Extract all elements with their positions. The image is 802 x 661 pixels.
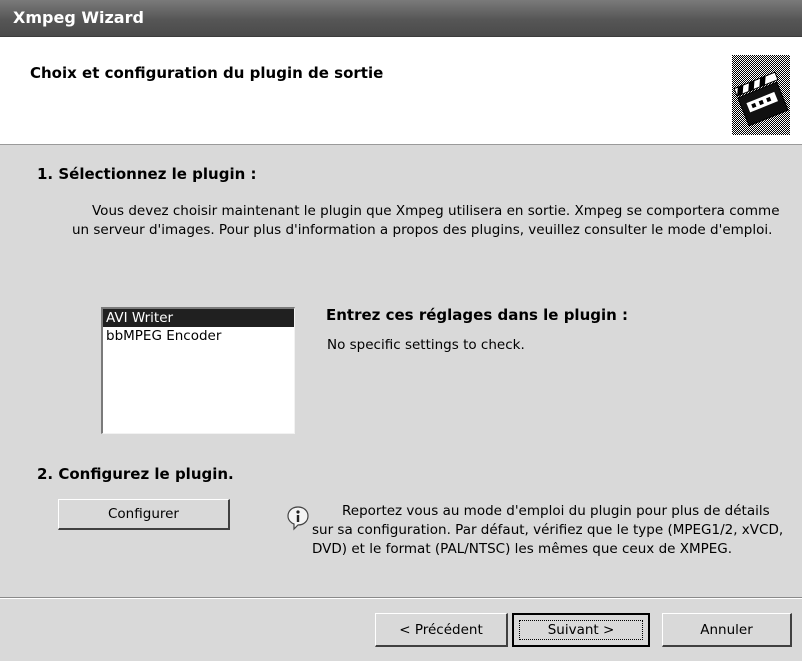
page-title: Choix et configuration du plugin de sort… — [30, 64, 384, 82]
step1-description: Vous devez choisir maintenant le plugin … — [72, 203, 780, 238]
cancel-button[interactable]: Annuler — [662, 613, 792, 647]
settings-text: No specific settings to check. — [327, 337, 525, 353]
configure-button[interactable]: Configurer — [58, 499, 230, 530]
step1-heading: 1. Sélectionnez le plugin : — [37, 165, 257, 183]
plugin-list-item[interactable]: bbMPEG Encoder — [103, 327, 294, 345]
back-button[interactable]: < Précédent — [375, 613, 508, 647]
configure-info-text: Reportez vous au mode d'emploi du plugin… — [312, 503, 784, 557]
next-button-label: Suivant > — [519, 620, 643, 640]
info-icon — [287, 506, 309, 531]
footer-divider — [0, 597, 802, 599]
clapperboard-icon — [732, 55, 790, 135]
plugin-listbox[interactable]: AVI Writer bbMPEG Encoder — [101, 307, 295, 434]
window-title: Xmpeg Wizard — [13, 8, 144, 27]
wizard-header: Choix et configuration du plugin de sort… — [0, 37, 802, 145]
settings-heading: Entrez ces réglages dans le plugin : — [326, 306, 629, 324]
wizard-body: 1. Sélectionnez le plugin : Vous devez c… — [0, 145, 802, 661]
plugin-list-item[interactable]: AVI Writer — [103, 309, 294, 327]
title-bar[interactable]: Xmpeg Wizard — [0, 0, 802, 37]
next-button[interactable]: Suivant > — [512, 613, 650, 647]
step2-heading: 2. Configurez le plugin. — [37, 465, 234, 483]
